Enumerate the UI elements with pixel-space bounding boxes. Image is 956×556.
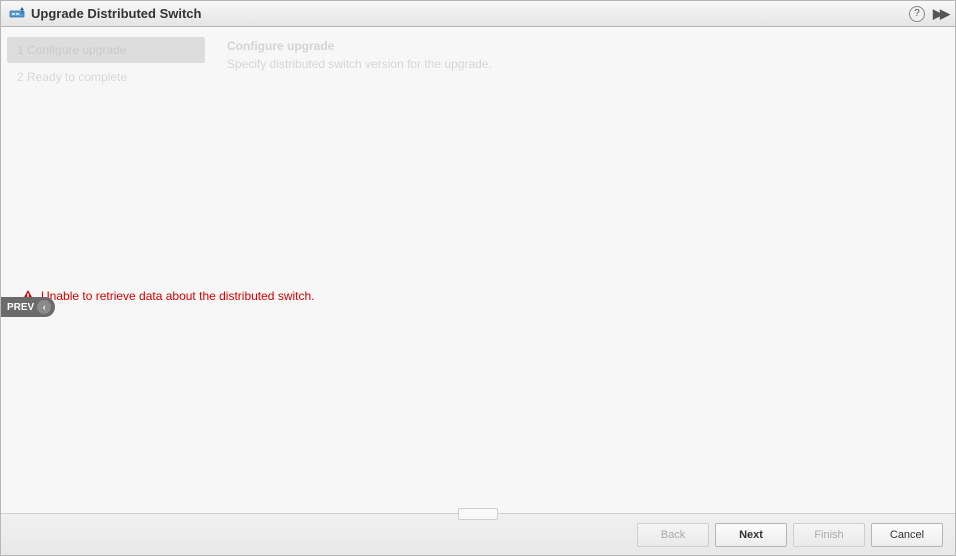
titlebar-controls: ? ▶▶ [909,6,947,22]
next-button[interactable]: Next [715,523,787,547]
back-button: Back [637,523,709,547]
dvs-icon [9,6,25,22]
resize-handle[interactable] [458,508,498,520]
wizard-footer: Back Next Finish Cancel [1,513,955,555]
titlebar-title: Upgrade Distributed Switch [31,6,909,21]
error-banner: Unable to retrieve data about the distri… [21,289,315,303]
prev-badge-label: PREV [7,302,34,313]
content-area: 1 Configure upgrade 2 Ready to complete … [1,27,955,513]
step-title: Configure upgrade [227,39,939,53]
cancel-button[interactable]: Cancel [871,523,943,547]
wizard-step-1[interactable]: 1 Configure upgrade [7,37,205,63]
error-message: Unable to retrieve data about the distri… [41,289,315,303]
maximize-icon[interactable]: ▶▶ [933,6,947,22]
wizard-sidebar: 1 Configure upgrade 2 Ready to complete [1,27,211,513]
step-subtitle: Specify distributed switch version for t… [227,57,939,71]
wizard-step-2: 2 Ready to complete [7,64,205,90]
finish-button: Finish [793,523,865,547]
chevron-left-icon: ‹ [37,300,51,314]
prev-badge[interactable]: PREV ‹ [1,297,55,317]
wizard-step-3 [7,91,205,103]
help-icon[interactable]: ? [909,6,925,22]
titlebar: Upgrade Distributed Switch ? ▶▶ [1,1,955,27]
wizard-main: Configure upgrade Specify distributed sw… [211,27,955,513]
dialog-upgrade-distributed-switch: Upgrade Distributed Switch ? ▶▶ 1 Config… [0,0,956,556]
